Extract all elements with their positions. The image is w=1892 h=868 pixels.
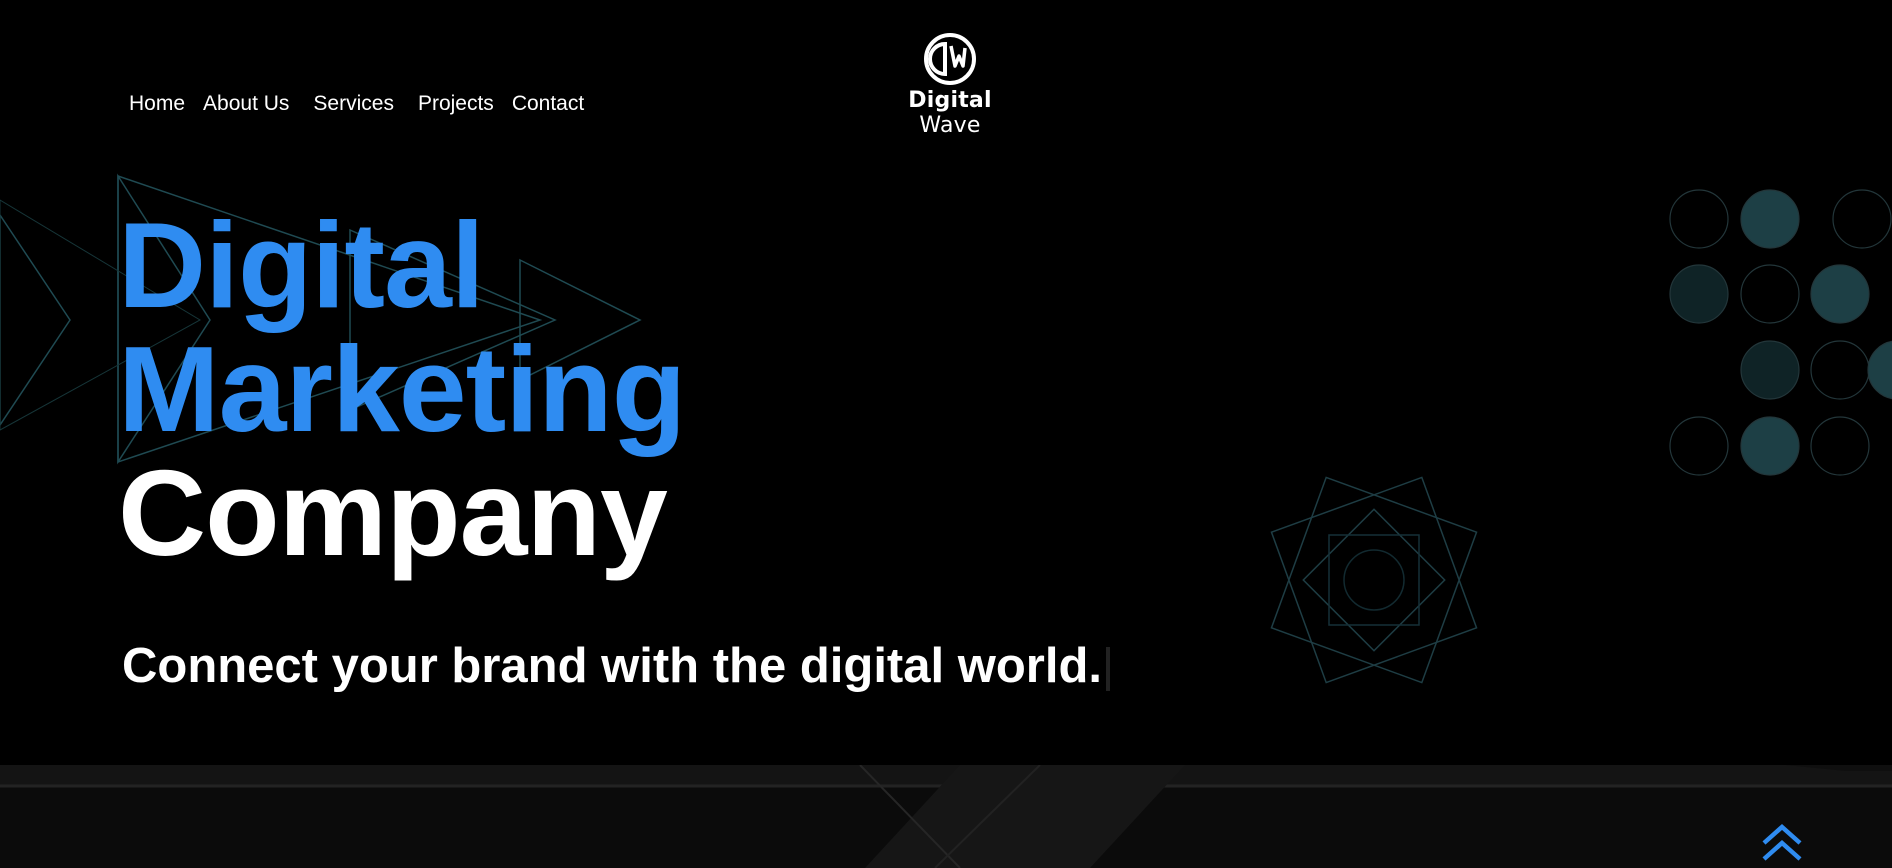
next-section-band — [0, 765, 1892, 868]
hero-title-line-2: Marketing — [118, 321, 686, 457]
brand-name: Digital Wave — [882, 88, 1018, 138]
scroll-to-top-button[interactable] — [1762, 823, 1802, 863]
nav-item-services[interactable]: Services — [313, 92, 394, 116]
nav-item-contact[interactable]: Contact — [512, 92, 584, 116]
hero-title-line-1: Digital — [118, 197, 485, 333]
main-nav: Home About Us Services Projects Contact — [129, 92, 602, 116]
diagonal-lines-decoration — [0, 765, 1892, 868]
brand-name-light: Wave — [919, 113, 981, 138]
double-chevron-up-icon — [1762, 823, 1802, 861]
nav-item-home[interactable]: Home — [129, 92, 185, 116]
circle-grid-decoration — [1669, 189, 1892, 476]
hero-title: Digital Marketing Company — [118, 197, 686, 581]
typing-cursor — [1106, 647, 1110, 692]
hero-tagline-text: Connect your brand with the digital worl… — [122, 639, 1102, 693]
dw-monogram-icon — [924, 33, 976, 85]
hero-title-line-3: Company — [118, 445, 668, 581]
star-shape-decoration — [1270, 476, 1478, 684]
hero-tagline: Connect your brand with the digital worl… — [122, 638, 1110, 694]
brand-name-bold: Digital — [908, 88, 992, 113]
nav-item-projects[interactable]: Projects — [418, 92, 494, 116]
hero-section: Home About Us Services Projects Contact … — [0, 0, 1892, 765]
brand-logo[interactable]: Digital Wave — [882, 32, 1018, 138]
nav-item-about-us[interactable]: About Us — [203, 92, 289, 116]
